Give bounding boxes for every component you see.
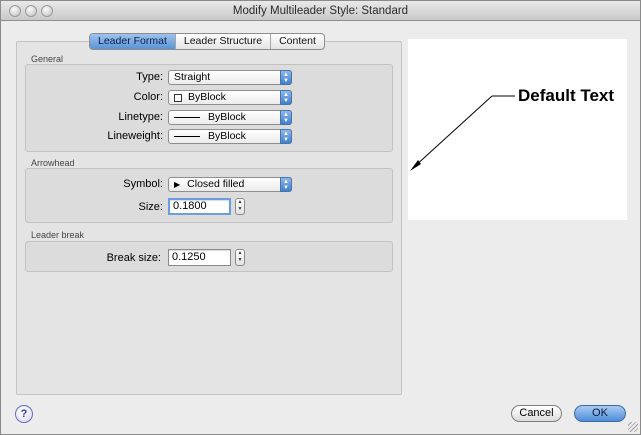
line-sample-icon xyxy=(174,117,200,118)
preview-default-text: Default Text xyxy=(518,86,615,105)
stepper-icon[interactable]: ▲ ▼ xyxy=(235,249,245,266)
closed-filled-arrow-icon: ▶ xyxy=(174,180,181,189)
break-size-field[interactable]: 0.1250 xyxy=(168,249,231,266)
leader-break-section-label: Leader break xyxy=(31,230,85,240)
arrowhead-section-label: Arrowhead xyxy=(31,158,75,168)
zoom-window-button[interactable] xyxy=(41,5,53,17)
color-popup[interactable]: ByBlock ▲ ▼ xyxy=(168,90,292,105)
linetype-value: ByBlock xyxy=(208,111,246,123)
linetype-popup[interactable]: ByBlock ▲ ▼ xyxy=(168,110,292,125)
ok-button[interactable]: OK xyxy=(574,405,626,422)
type-popup[interactable]: Straight ▲ ▼ xyxy=(168,70,292,85)
break-size-label: Break size: xyxy=(106,252,161,264)
type-value: Straight xyxy=(174,71,211,83)
updown-chevron-icon: ▲ ▼ xyxy=(280,90,292,105)
color-label: Color: xyxy=(133,91,163,103)
preview-pane: Default Text xyxy=(408,39,627,220)
tab-content[interactable]: Content xyxy=(271,34,324,49)
leader-preview-graphic xyxy=(410,95,515,171)
help-icon[interactable]: ? xyxy=(15,405,33,423)
window-title: Modify Multileader Style: Standard xyxy=(232,5,409,17)
type-label: Type: xyxy=(136,71,163,83)
symbol-label: Symbol: xyxy=(123,178,163,190)
symbol-value: Closed filled xyxy=(187,178,245,190)
title-bar: Modify Multileader Style: Standard xyxy=(1,1,640,21)
general-section-label: General xyxy=(31,54,64,64)
stepper-icon[interactable]: ▲ ▼ xyxy=(235,198,245,215)
tab-leader-format[interactable]: Leader Format xyxy=(90,34,176,49)
lineweight-value: ByBlock xyxy=(208,130,246,142)
tab-bar: Leader Format Leader Structure Content xyxy=(89,33,325,50)
lineweight-label: Lineweight: xyxy=(107,130,163,142)
leader-line xyxy=(413,95,493,168)
dialog-window: Modify Multileader Style: Standard Leade… xyxy=(0,0,641,435)
line-sample-icon xyxy=(174,136,200,137)
updown-chevron-icon: ▲ ▼ xyxy=(280,177,292,192)
updown-chevron-icon: ▲ ▼ xyxy=(280,110,292,125)
resize-grip-icon[interactable] xyxy=(628,422,638,432)
color-value: ByBlock xyxy=(188,91,226,103)
updown-chevron-icon: ▲ ▼ xyxy=(280,129,292,144)
lineweight-popup[interactable]: ByBlock ▲ ▼ xyxy=(168,129,292,144)
updown-chevron-icon: ▲ ▼ xyxy=(280,70,292,85)
close-window-button[interactable] xyxy=(9,5,21,17)
cancel-button[interactable]: Cancel xyxy=(511,405,562,422)
linetype-label: Linetype: xyxy=(118,111,163,123)
minimize-window-button[interactable] xyxy=(25,5,37,17)
tab-leader-structure[interactable]: Leader Structure xyxy=(176,34,272,49)
arrowhead-size-field[interactable]: 0.1800 xyxy=(168,198,231,215)
color-swatch-icon xyxy=(174,93,182,102)
size-label: Size: xyxy=(138,201,163,213)
symbol-popup[interactable]: ▶ Closed filled ▲ ▼ xyxy=(168,177,292,192)
